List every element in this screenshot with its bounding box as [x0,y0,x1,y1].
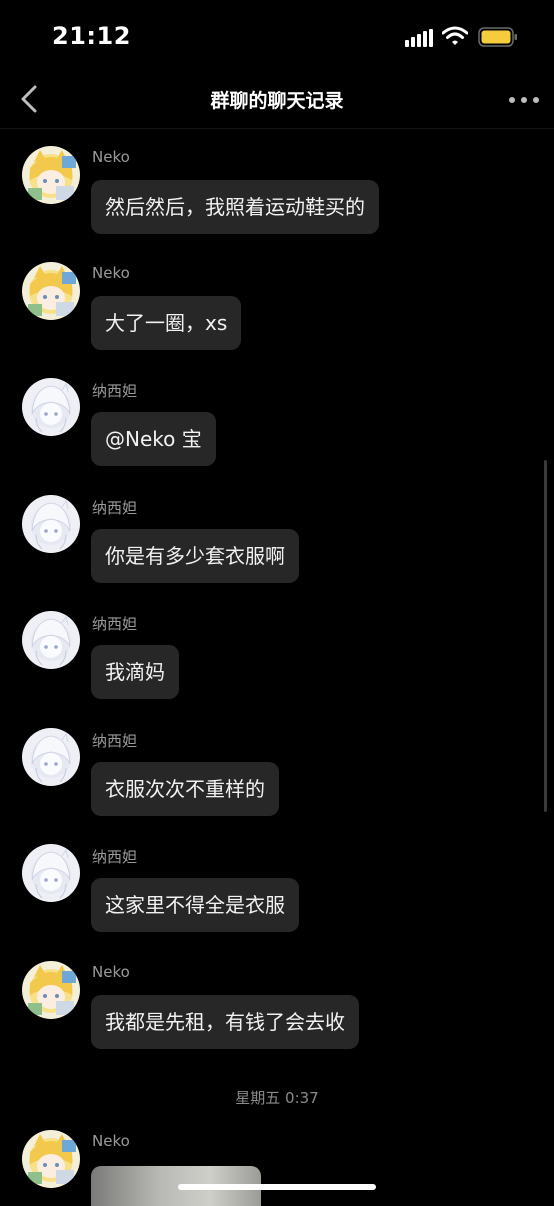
timestamp: 星期五 0:37 [235,1089,319,1107]
message-bubble[interactable]: 然后然后，我照着运动鞋买的 [91,180,379,234]
sender-name: 纳西妲 [92,732,138,750]
sender-name: 纳西妲 [92,615,138,633]
message-bubble[interactable]: 这家里不得全是衣服 [91,878,299,932]
message-bubble[interactable]: 你是有多少套衣服啊 [91,529,299,583]
sender-name: 纳西妲 [92,848,138,866]
message-bubble[interactable]: 我滴妈 [91,645,179,699]
page-title: 群聊的聊天记录 [210,90,344,112]
sender-name: Neko [92,264,130,282]
message-bubble[interactable]: 我都是先租，有钱了会去收 [91,995,359,1049]
sender-name: 纳西妲 [92,382,138,400]
sender-name: Neko [92,148,130,166]
status-bar: 21:12 [0,0,554,72]
home-indicator[interactable] [178,1184,376,1190]
neko-avatar[interactable] [22,146,80,204]
neko-avatar[interactable] [22,262,80,320]
nahida-avatar[interactable] [22,728,80,786]
message-bubble[interactable]: 衣服次次不重样的 [91,762,279,816]
cellular-signal-icon [405,29,433,47]
more-options-icon[interactable] [508,94,540,106]
scrollbar[interactable] [544,460,547,812]
nahida-avatar[interactable] [22,844,80,902]
sender-name: 纳西妲 [92,499,138,517]
chat-history: Neko 然后然后，我照着运动鞋买的 Neko 大了一圈，xs 纳西妲 @Nek… [0,130,554,1206]
neko-avatar[interactable] [22,1130,80,1188]
nav-bar: 群聊的聊天记录 [0,72,554,129]
nahida-avatar[interactable] [22,611,80,669]
neko-avatar[interactable] [22,961,80,1019]
message-bubble[interactable]: 大了一圈，xs [91,296,242,350]
status-time: 21:12 [52,22,131,50]
nahida-avatar[interactable] [22,378,80,436]
battery-icon [478,27,517,47]
sender-name: Neko [92,1132,130,1150]
message-bubble[interactable]: @Neko 宝 [91,412,216,466]
sender-name: Neko [92,963,130,981]
wifi-icon [442,26,468,45]
nahida-avatar[interactable] [22,495,80,553]
